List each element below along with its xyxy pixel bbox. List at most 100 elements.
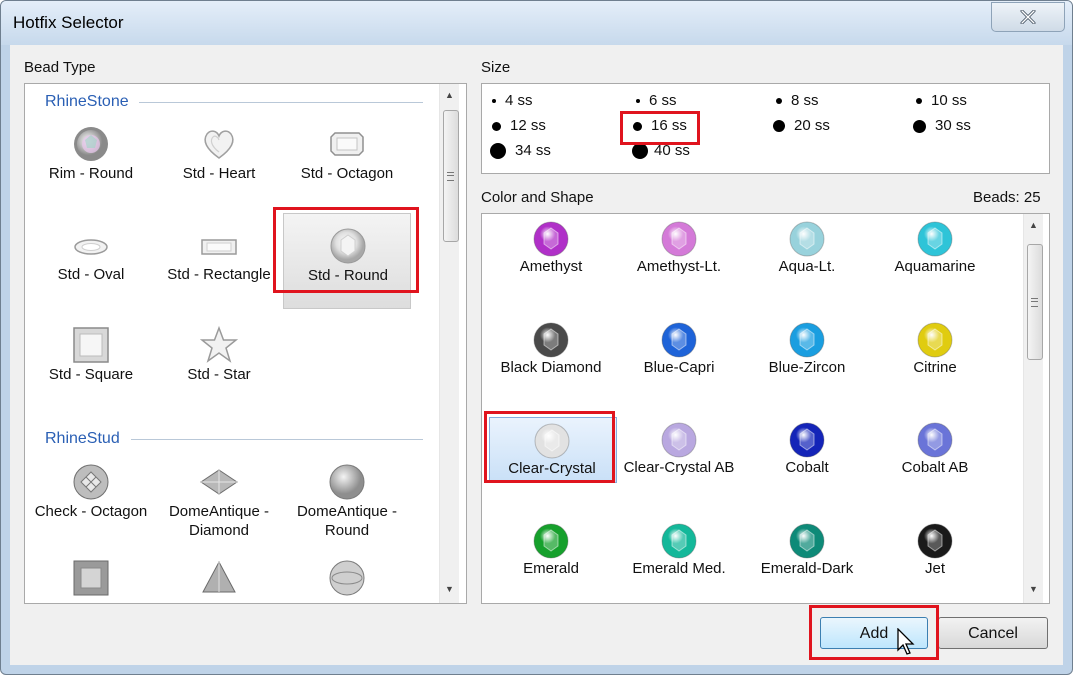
bead-item-label: Std - Rectangle [167,266,271,283]
color-shape-label: Color and Shape [481,189,594,206]
gem-icon [534,423,570,459]
mouse-pointer-icon [897,628,915,655]
color-item-aquamarine[interactable]: Aquamarine [871,214,999,310]
pyramid-icon [202,560,236,593]
check-octagon-icon [73,464,109,500]
size-option-20ss[interactable]: 20 ss [773,115,830,137]
color-item-amethyst[interactable]: Amethyst [487,214,615,310]
cancel-button[interactable]: Cancel [938,617,1048,649]
section-divider [131,439,423,440]
gem-icon [917,322,953,358]
size-option-40ss[interactable]: 40 ss [632,140,690,162]
section-divider [139,102,423,103]
bead-item-rim-round[interactable]: Rim - Round [27,112,155,208]
color-item-emerald-dark[interactable]: Emerald-Dark [743,516,871,603]
bead-item-label: Std - Square [48,366,134,383]
section-title-rhinestud: RhineStud [45,430,120,447]
bead-item-label: Std - Heart [182,165,256,182]
bead-item-std-rectangle[interactable]: Std - Rectangle [155,213,283,309]
oval-icon [74,239,108,255]
bead-item-std-oval[interactable]: Std - Oval [27,213,155,309]
color-item-clear-crystal[interactable]: Clear-Crystal [489,417,617,483]
square-stud-icon [73,560,109,596]
gem-icon [789,523,825,559]
scroll-down-arrow[interactable]: ▼ [440,580,459,598]
bead-item-label: Std - Oval [57,266,125,283]
color-item-citrine[interactable]: Citrine [871,315,999,411]
bead-item-label: Std - Octagon [300,165,394,182]
color-item-clear-crystal-ab[interactable]: Clear-Crystal AB [615,415,743,511]
color-item-blue-zircon[interactable]: Blue-Zircon [743,315,871,411]
size-list[interactable]: 4 ss 6 ss 8 ss 10 ss 12 ss 16 ss 20 ss 3… [481,83,1050,174]
size-option-8ss[interactable]: 8 ss [776,90,819,112]
bead-item-check-octagon[interactable]: Check - Octagon [27,450,155,546]
scroll-down-arrow[interactable]: ▼ [1024,580,1043,598]
bead-item-std-round[interactable]: Std - Round [283,213,411,309]
scroll-thumb[interactable] [1027,244,1043,360]
bead-item-label: Std - Round [307,267,389,284]
dialog-body: Bead Type RhineStone Rim - Round Std - H… [10,45,1063,665]
color-item-blue-capri[interactable]: Blue-Capri [615,315,743,411]
bead-item-label: DomeAntique - Diamond [168,503,270,539]
color-item-emerald-med[interactable]: Emerald Med. [615,516,743,603]
scroll-thumb[interactable] [443,110,459,242]
color-shape-list[interactable]: Amethyst Amethyst-Lt. Aqua-Lt. Aquamarine Bl… [481,213,1050,604]
window-title: Hotfix Selector [13,13,124,32]
gem-icon [533,523,569,559]
dome-diamond-icon [200,469,238,495]
gem-icon [533,221,569,257]
dome-round-icon [329,464,365,500]
star-icon [199,325,239,363]
bead-item-std-square[interactable]: Std - Square [27,313,155,409]
bead-item-dome-round[interactable]: DomeAntique - Round [283,450,411,546]
color-item-cobalt[interactable]: Cobalt [743,415,871,511]
bead-type-list[interactable]: RhineStone Rim - Round Std - Heart Std -… [24,83,467,604]
title-bar: Hotfix Selector [1,1,1072,45]
color-item-label: Cobalt AB [901,459,969,476]
gem-icon [789,322,825,358]
color-item-emerald[interactable]: Emerald [487,516,615,603]
color-item-cobalt-ab[interactable]: Cobalt AB [871,415,999,511]
gem-icon [789,221,825,257]
size-option-30ss[interactable]: 30 ss [913,115,971,137]
color-item-amethyst-lt[interactable]: Amethyst-Lt. [615,214,743,310]
rim-round-icon [74,127,108,161]
bead-item-dome-diamond[interactable]: DomeAntique - Diamond [155,450,283,546]
close-button[interactable] [991,2,1065,32]
bead-item-std-heart[interactable]: Std - Heart [155,112,283,208]
color-item-black-diamond[interactable]: Black Diamond [487,315,615,411]
bead-item-std-star[interactable]: Std - Star [155,313,283,409]
size-option-10ss[interactable]: 10 ss [916,90,967,112]
size-option-12ss[interactable]: 12 ss [492,115,546,137]
close-icon [1020,10,1036,24]
section-title-rhinestone: RhineStone [45,93,129,110]
bead-item-std-octagon[interactable]: Std - Octagon [283,112,411,208]
gem-icon [661,221,697,257]
gem-icon [661,322,697,358]
size-option-6ss[interactable]: 6 ss [636,90,677,112]
color-item-jet[interactable]: Jet [871,516,999,603]
scroll-up-arrow[interactable]: ▲ [1024,216,1043,234]
gem-icon [661,422,697,458]
square-icon [73,327,109,363]
scroll-up-arrow[interactable]: ▲ [440,86,459,104]
color-shape-scrollbar[interactable]: ▲ ▼ [1023,214,1043,603]
size-option-16ss[interactable]: 16 ss [633,115,687,137]
bead-item-label: Std - Star [187,366,251,383]
hotfix-selector-window: Hotfix Selector Bead Type RhineStone Rim… [0,0,1073,675]
color-item-label: Aquamarine [894,258,976,275]
heart-icon [204,130,234,159]
bead-type-scrollbar[interactable]: ▲ ▼ [439,84,459,603]
rectangle-icon [201,239,237,255]
bead-type-label: Bead Type [24,59,96,76]
gem-icon [917,221,953,257]
octagon-icon [330,132,364,156]
bead-item-label: Rim - Round [48,165,134,182]
gem-icon [661,523,697,559]
color-item-label: Jet [924,560,945,577]
size-option-34ss[interactable]: 34 ss [490,140,551,162]
color-item-aqua-lt[interactable]: Aqua-Lt. [743,214,871,310]
size-option-4ss[interactable]: 4 ss [492,90,533,112]
bead-item-label: Check - Octagon [34,503,148,520]
gem-icon [917,422,953,458]
